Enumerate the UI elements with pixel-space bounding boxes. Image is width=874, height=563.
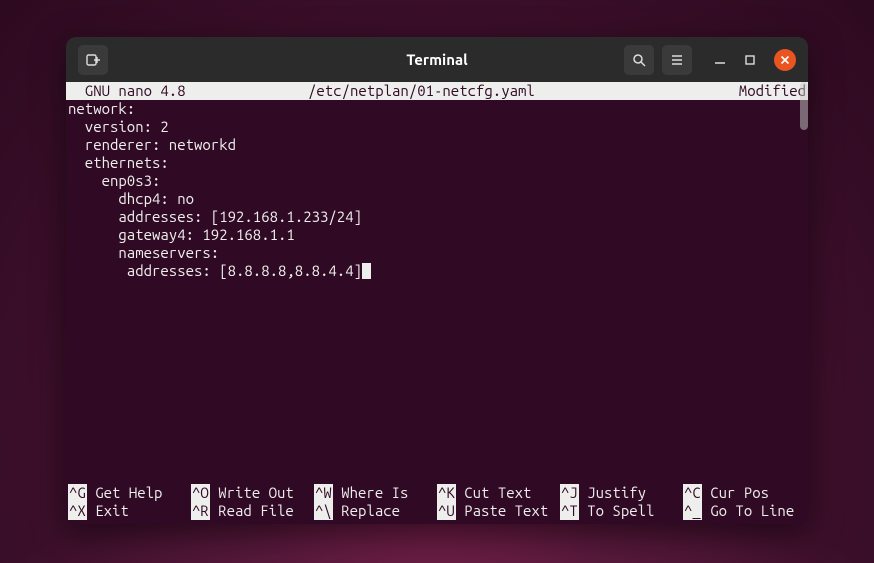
nano-shortcut-bar: ^G Get Help ^O Write Out ^W Where Is ^K … (66, 484, 808, 524)
file-text: network: version: 2 renderer: networkd e… (68, 100, 362, 279)
minimize-button[interactable] (714, 54, 726, 66)
nano-filename: /etc/netplan/01-netcfg.yaml (308, 82, 706, 100)
maximize-button[interactable] (744, 54, 756, 66)
shortcut-get-help: ^G Get Help (68, 484, 191, 502)
shortcut-justify: ^J Justify (560, 484, 683, 502)
shortcut-cur-pos: ^C Cur Pos (683, 484, 806, 502)
shortcut-read-file: ^R Read File (191, 502, 314, 520)
titlebar-actions (624, 45, 796, 75)
shortcut-exit: ^X Exit (68, 502, 191, 520)
shortcut-write-out: ^O Write Out (191, 484, 314, 502)
text-cursor (362, 263, 371, 279)
search-button[interactable] (624, 45, 654, 75)
maximize-icon (744, 54, 756, 66)
nano-modified-status: Modified (706, 82, 806, 100)
shortcut-to-spell: ^T To Spell (560, 502, 683, 520)
shortcut-cut-text: ^K Cut Text (437, 484, 560, 502)
terminal-window: Terminal (66, 37, 808, 524)
titlebar[interactable]: Terminal (66, 37, 808, 82)
close-icon (780, 55, 790, 65)
window-controls (714, 49, 796, 71)
terminal-body[interactable]: GNU nano 4.8 /etc/netplan/01-netcfg.yaml… (66, 82, 808, 524)
minimize-icon (714, 54, 726, 66)
close-button[interactable] (774, 49, 796, 71)
shortcut-paste-text: ^U Paste Text (437, 502, 560, 520)
editor-content[interactable]: network: version: 2 renderer: networkd e… (66, 100, 808, 484)
menu-button[interactable] (662, 45, 692, 75)
new-tab-icon (85, 52, 101, 68)
search-icon (632, 53, 646, 67)
hamburger-icon (670, 53, 684, 67)
shortcut-where-is: ^W Where Is (314, 484, 437, 502)
nano-header-bar: GNU nano 4.8 /etc/netplan/01-netcfg.yaml… (66, 82, 808, 100)
shortcut-go-to-line: ^_ Go To Line (683, 502, 806, 520)
scrollbar-thumb[interactable] (800, 82, 808, 130)
new-tab-button[interactable] (78, 45, 108, 75)
nano-version: GNU nano 4.8 (68, 82, 308, 100)
shortcut-replace: ^\ Replace (314, 502, 437, 520)
